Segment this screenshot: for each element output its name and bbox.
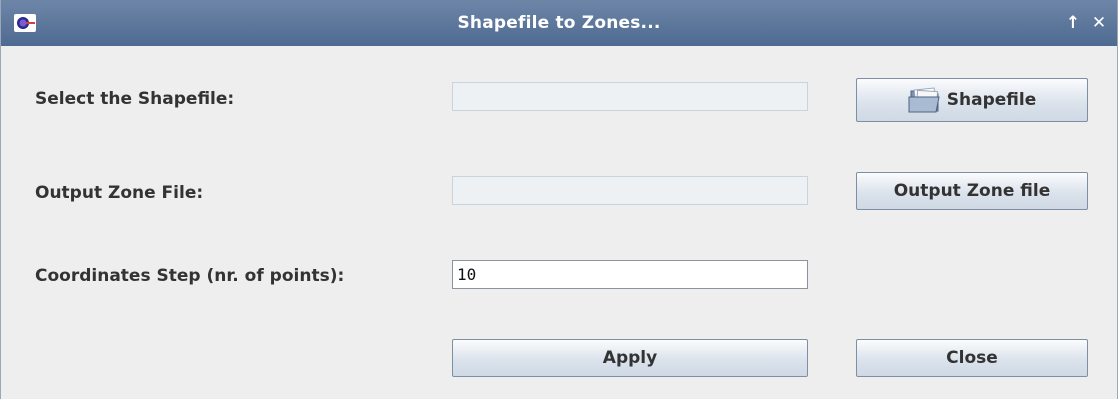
folder-open-icon <box>908 87 940 113</box>
apply-button[interactable]: Apply <box>452 339 808 377</box>
output-zone-label: Output Zone File: <box>35 183 204 203</box>
output-zone-button-label: Output Zone file <box>893 181 1051 201</box>
close-button[interactable]: Close <box>856 339 1088 377</box>
shapefile-label: Select the Shapefile: <box>35 89 235 109</box>
shapefile-button[interactable]: Shapefile <box>856 78 1088 122</box>
output-zone-path-field[interactable] <box>452 176 808 205</box>
output-zone-file-button[interactable]: Output Zone file <box>856 172 1088 210</box>
dialog-window: Shapefile to Zones... ↑ ✕ Select the Sha… <box>0 0 1118 399</box>
close-button-label: Close <box>946 348 998 368</box>
apply-button-label: Apply <box>602 348 658 368</box>
window-title: Shapefile to Zones... <box>457 13 661 33</box>
coordinates-step-label: Coordinates Step (nr. of points): <box>35 266 345 286</box>
coordinates-step-input[interactable]: 10 <box>452 260 808 289</box>
shapefile-path-field[interactable] <box>452 82 808 111</box>
close-window-icon[interactable]: ✕ <box>1089 13 1109 33</box>
shapefile-button-label: Shapefile <box>946 90 1037 110</box>
title-bar[interactable]: Shapefile to Zones... ↑ ✕ <box>1 0 1117 46</box>
maximize-icon[interactable]: ↑ <box>1063 13 1083 33</box>
